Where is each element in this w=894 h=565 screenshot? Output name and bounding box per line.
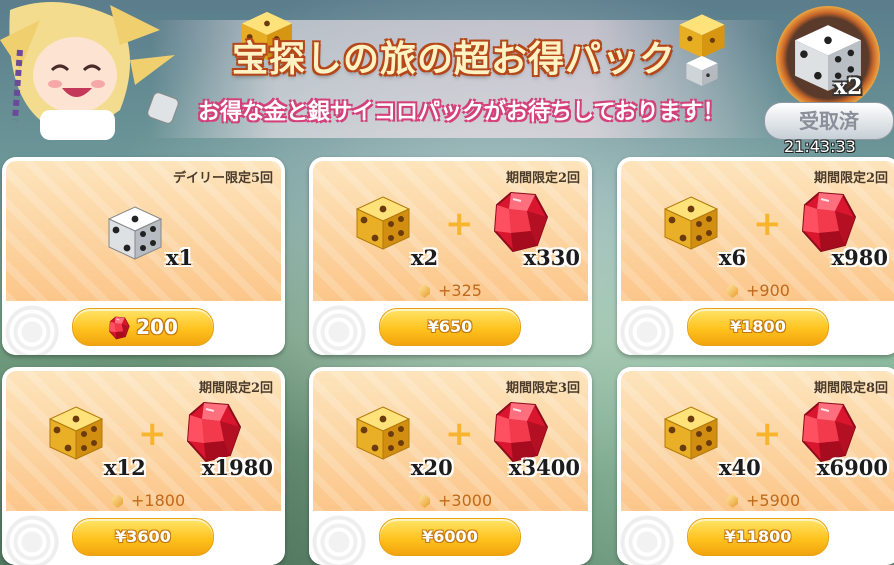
small-gem-icon — [727, 284, 738, 298]
buy-button[interactable]: ¥6000 — [379, 518, 521, 556]
purchase-limit-label: 期間限定2回 — [198, 381, 273, 396]
floating-silver-die-icon — [686, 56, 718, 86]
pack-card[interactable]: 期間限定3回 x20 + x3400 +3000 ¥6000 — [309, 367, 592, 565]
die-quantity: x12 — [104, 455, 146, 480]
gem-quantity: x6900 — [817, 455, 888, 480]
buy-button[interactable]: 200 — [72, 308, 214, 346]
small-gem-icon — [419, 284, 430, 298]
gem-quantity: x3400 — [509, 455, 580, 480]
plus-symbol: + — [138, 414, 167, 454]
pack-card[interactable]: 期間限定2回 x2 + x330 +325 ¥650 — [309, 157, 592, 355]
bonus-amount: +325 — [438, 281, 482, 300]
reward-count: x2 — [834, 74, 863, 100]
die-quantity: x2 — [411, 245, 439, 270]
ruby-gem-icon — [491, 401, 549, 463]
ruby-gem-icon — [108, 315, 130, 340]
die-quantity: x1 — [166, 245, 194, 270]
small-gem-icon — [727, 494, 738, 508]
price-label: 200 — [136, 315, 178, 339]
claimed-button[interactable]: 受取済 — [764, 102, 894, 140]
die-quantity: x20 — [411, 455, 453, 480]
bonus-gems: +325 — [419, 281, 482, 300]
header: 宝探しの旅の超お得パック お得な金と銀サイコロパックがお待ちしております！ x2… — [0, 0, 894, 156]
plus-symbol: + — [445, 414, 474, 454]
plus-symbol: + — [445, 204, 474, 244]
gem-quantity: x330 — [523, 245, 580, 270]
buy-button[interactable]: ¥1800 — [687, 308, 829, 346]
floating-gold-die-icon — [679, 14, 725, 58]
ruby-gem-icon — [491, 191, 549, 253]
small-gem-icon — [419, 494, 430, 508]
gold-die-icon — [353, 193, 413, 253]
die-quantity: x40 — [719, 455, 761, 480]
gold-die-icon — [661, 193, 721, 253]
pack-card[interactable]: 期間限定2回 x6 + x980 +900 ¥1800 — [617, 157, 894, 355]
bonus-amount: +1800 — [131, 491, 186, 510]
page-subtitle: お得な金と銀サイコロパックがお待ちしております！ — [198, 100, 725, 125]
die-quantity: x6 — [719, 245, 747, 270]
bonus-amount: +900 — [746, 281, 790, 300]
purchase-limit-label: 期間限定2回 — [505, 171, 580, 186]
silver-die-icon — [105, 203, 165, 263]
purchase-limit-label: 期間限定8回 — [813, 381, 888, 396]
gem-quantity: x1980 — [202, 455, 273, 480]
plus-symbol: + — [753, 204, 782, 244]
buy-button[interactable]: ¥11800 — [687, 518, 829, 556]
purchase-limit-label: デイリー限定5回 — [172, 171, 273, 186]
ruby-gem-icon — [799, 401, 857, 463]
gold-die-icon — [661, 403, 721, 463]
small-gem-icon — [112, 494, 123, 508]
claim-reward-panel: x2 受取済 21:43:33 — [764, 4, 894, 156]
purchase-limit-label: 期間限定3回 — [505, 381, 580, 396]
purchase-limit-label: 期間限定2回 — [813, 171, 888, 186]
bonus-gems: +5900 — [727, 491, 800, 510]
pack-card[interactable]: デイリー限定5回 x1 200 — [2, 157, 285, 355]
buy-button[interactable]: ¥3600 — [72, 518, 214, 556]
bonus-gems: +3000 — [419, 491, 492, 510]
bonus-amount: +3000 — [438, 491, 493, 510]
gold-die-icon — [353, 403, 413, 463]
mascot-character-icon — [0, 2, 179, 140]
page-title: 宝探しの旅の超お得パック — [232, 38, 677, 80]
countdown-timer: 21:43:33 — [784, 137, 856, 156]
bonus-amount: +5900 — [746, 491, 801, 510]
bonus-gems: +900 — [727, 281, 790, 300]
pack-card[interactable]: 期間限定2回 x12 + x1980 +1800 ¥3600 — [2, 367, 285, 565]
ruby-gem-icon — [799, 191, 857, 253]
gold-die-icon — [46, 403, 106, 463]
plus-symbol: + — [753, 414, 782, 454]
buy-button[interactable]: ¥650 — [379, 308, 521, 346]
gem-quantity: x980 — [831, 245, 888, 270]
ruby-gem-icon — [184, 401, 242, 463]
pack-card[interactable]: 期間限定8回 x40 + x6900 +5900 ¥11800 — [617, 367, 894, 565]
bonus-gems: +1800 — [112, 491, 185, 510]
